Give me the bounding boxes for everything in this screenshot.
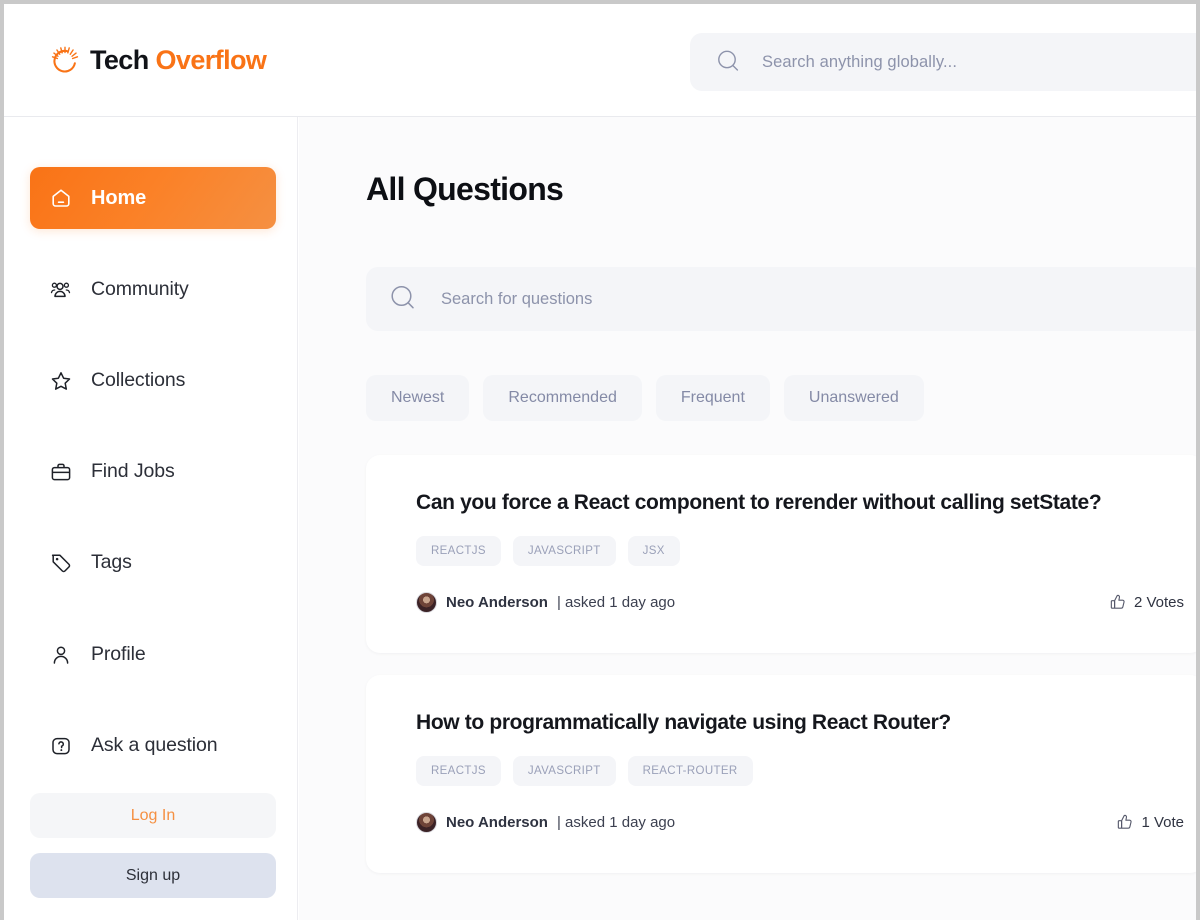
question-votes[interactable]: 1 Vote: [1116, 813, 1184, 831]
question-asked-time: | asked 1 day ago: [556, 594, 676, 611]
question-tag[interactable]: JAVASCRIPT: [512, 756, 616, 786]
question-tag[interactable]: REACTJS: [416, 756, 501, 786]
thumbs-up-icon: [1110, 594, 1125, 609]
sidebar-item-label: Collections: [91, 369, 186, 391]
question-meta: Neo Anderson | asked 1 day ago: [416, 812, 1196, 833]
sidebar-item-label: Find Jobs: [91, 460, 175, 482]
brand-name-primary: Tech: [90, 44, 149, 75]
question-votes[interactable]: 2 Votes: [1109, 593, 1184, 611]
question-search-placeholder: Search for questions: [441, 289, 593, 308]
main-content: All Questions Search for questions Newes…: [299, 117, 1196, 920]
avatar: [416, 812, 437, 833]
app-header: Tech Overflow Search anything globally..…: [4, 4, 1196, 117]
question-tags: REACTJS JAVASCRIPT JSX: [416, 536, 1196, 566]
filter-tab-newest[interactable]: Newest: [366, 375, 470, 421]
question-tag[interactable]: JSX: [627, 536, 680, 566]
question-title[interactable]: Can you force a React component to reren…: [416, 491, 1196, 515]
sidebar-item-home[interactable]: Home: [30, 167, 276, 229]
sidebar-item-tags[interactable]: Tags: [30, 540, 276, 585]
star-icon: [51, 371, 71, 390]
question-title[interactable]: How to programmatically navigate using R…: [416, 711, 1196, 735]
sidebar-item-find-jobs[interactable]: Find Jobs: [30, 449, 276, 494]
filter-tab-unanswered[interactable]: Unanswered: [783, 375, 924, 421]
question-author[interactable]: Neo Anderson: [446, 814, 548, 831]
global-search-placeholder: Search anything globally...: [762, 52, 958, 71]
tag-icon: [51, 553, 71, 572]
sidebar-item-collections[interactable]: Collections: [30, 358, 276, 403]
sidebar-item-label: Community: [91, 278, 189, 300]
question-votes-label: 1 Vote: [1141, 813, 1184, 831]
sunburst-icon: [51, 46, 79, 73]
sidebar-item-profile[interactable]: Profile: [30, 632, 276, 677]
question-asked-time: | asked 1 day ago: [556, 814, 676, 831]
app-window: Tech Overflow Search anything globally..…: [0, 0, 1200, 920]
global-search-input[interactable]: Search anything globally...: [690, 33, 1196, 91]
search-icon: [718, 50, 739, 71]
home-icon: [52, 189, 70, 207]
question-tag[interactable]: JAVASCRIPT: [512, 536, 616, 566]
sidebar-item-label: Profile: [91, 643, 146, 665]
sidebar-item-label: Home: [91, 186, 147, 209]
avatar: [416, 592, 437, 613]
question-tag[interactable]: REACT-ROUTER: [627, 756, 753, 786]
signup-button[interactable]: Sign up: [30, 853, 276, 898]
filter-tab-frequent[interactable]: Frequent: [655, 375, 770, 421]
question-meta: Neo Anderson | asked 1 day ago: [416, 592, 1196, 613]
filter-tabs: Newest Recommended Frequent Unanswered: [366, 375, 924, 421]
people-icon: [50, 282, 71, 297]
question-author[interactable]: Neo Anderson: [446, 594, 548, 611]
question-tag[interactable]: REACTJS: [416, 536, 501, 566]
page-title: All Questions: [366, 171, 564, 207]
question-mark-icon: [52, 737, 70, 754]
thumbs-up-icon: [1118, 814, 1133, 829]
question-votes-label: 2 Votes: [1133, 593, 1184, 611]
sidebar-item-label: Tags: [91, 551, 132, 573]
search-icon: [391, 285, 414, 309]
briefcase-icon: [51, 463, 71, 480]
sidebar-item-label: Ask a question: [91, 734, 218, 756]
login-button[interactable]: Log In: [30, 793, 276, 838]
question-list: Can you force a React component to reren…: [366, 455, 1196, 895]
sidebar-item-community[interactable]: Community: [30, 267, 276, 312]
sidebar: Home Community Collections Find Jobs Tag…: [4, 117, 298, 920]
brand-logo[interactable]: Tech Overflow: [50, 4, 267, 116]
question-search-input[interactable]: Search for questions: [366, 267, 1196, 331]
filter-tab-recommended[interactable]: Recommended: [483, 375, 642, 421]
brand-name-accent: Overflow: [155, 44, 267, 75]
question-card[interactable]: Can you force a React component to reren…: [366, 455, 1196, 653]
user-icon: [53, 645, 69, 664]
question-tags: REACTJS JAVASCRIPT REACT-ROUTER: [416, 756, 1196, 786]
sidebar-item-ask-a-question[interactable]: Ask a question: [30, 723, 276, 768]
question-card[interactable]: How to programmatically navigate using R…: [366, 675, 1196, 873]
